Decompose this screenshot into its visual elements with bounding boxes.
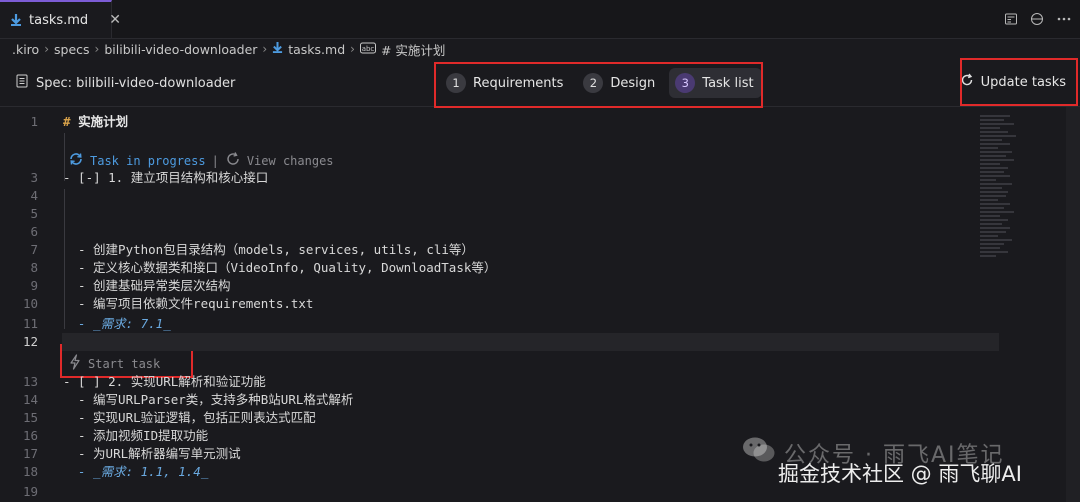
editor-actions bbox=[1004, 0, 1072, 38]
code-line: 3 - [-] 1. 建立项目结构和核心接口 bbox=[0, 169, 1000, 187]
spec-title-label: Spec: bilibili-video-downloader bbox=[36, 75, 236, 91]
more-actions-icon[interactable] bbox=[1056, 12, 1072, 26]
heading-text: # 实施计划 bbox=[63, 113, 128, 131]
markdown-file-icon bbox=[10, 13, 22, 27]
editor-tab-bar: tasks.md ✕ bbox=[0, 0, 1080, 39]
breadcrumb-item-file[interactable]: tasks.md bbox=[288, 42, 345, 57]
subtask-line: - 编写URLParser类，支持多种B站URL格式解析 bbox=[78, 392, 354, 407]
line-number: 15 bbox=[22, 410, 38, 425]
subtask-line: - 定义核心数据类和接口（VideoInfo, Quality, Downloa… bbox=[78, 260, 497, 275]
step-label: Design bbox=[610, 75, 656, 91]
breadcrumb-item-spec-folder[interactable]: bilibili-video-downloader bbox=[104, 42, 257, 57]
tab-design[interactable]: 2 Design bbox=[577, 68, 663, 98]
line-number: 19 bbox=[22, 484, 38, 499]
line-number: 17 bbox=[22, 446, 38, 461]
heading-hash: # bbox=[63, 114, 71, 129]
split-editor-icon[interactable] bbox=[1030, 12, 1044, 26]
code-line: 4 bbox=[0, 187, 1000, 205]
step-number: 1 bbox=[446, 73, 466, 93]
symbol-string-icon: abc bbox=[359, 42, 376, 57]
tab-label: tasks.md bbox=[29, 12, 89, 28]
task-codelens: Task in progress | View changes bbox=[68, 151, 334, 171]
requirement-ref: - _需求: 1.1, 1.4_ bbox=[78, 464, 209, 479]
update-tasks-label: Update tasks bbox=[980, 74, 1066, 90]
chevron-right-icon: › bbox=[350, 42, 355, 56]
document-icon bbox=[16, 74, 28, 92]
step-number: 3 bbox=[675, 73, 696, 93]
code-line: 7 - 创建Python包目录结构（models, services, util… bbox=[0, 241, 1000, 259]
task-line: - [ ] 2. 实现URL解析和验证功能 bbox=[63, 374, 266, 389]
code-line: 12 bbox=[0, 333, 1000, 351]
markdown-file-icon bbox=[272, 41, 283, 57]
code-line: 13 - [ ] 2. 实现URL解析和验证功能 bbox=[0, 373, 1000, 391]
spec-toolbar: Spec: bilibili-video-downloader 1 Requir… bbox=[0, 60, 1080, 107]
line-number: 14 bbox=[22, 392, 38, 407]
task-in-progress-link[interactable]: Task in progress bbox=[90, 153, 206, 169]
line-number: 10 bbox=[22, 296, 38, 311]
preview-icon[interactable] bbox=[1004, 12, 1018, 26]
subtask-line: - 编写项目依赖文件requirements.txt bbox=[78, 296, 314, 311]
codelens-separator: | bbox=[211, 154, 219, 168]
chevron-right-icon: › bbox=[262, 42, 268, 56]
update-tasks-button[interactable]: Update tasks bbox=[960, 73, 1066, 91]
breadcrumb-item-heading[interactable]: # 实施计划 bbox=[381, 40, 445, 59]
watermark-juejin: 掘金技术社区 @ 雨飞聊AI bbox=[778, 462, 1022, 486]
line-number: 8 bbox=[30, 260, 38, 275]
line-number: 18 bbox=[22, 464, 38, 479]
line-number: 1 bbox=[30, 114, 38, 129]
subtask-line: - 创建基础异常类层次结构 bbox=[78, 278, 231, 293]
code-line: 15 - 实现URL验证逻辑，包括正则表达式匹配 bbox=[0, 409, 1000, 427]
code-line: 5 bbox=[0, 205, 1000, 223]
subtask-line: - 为URL解析器编写单元测试 bbox=[78, 446, 241, 461]
chevron-right-icon: › bbox=[94, 42, 100, 56]
breadcrumb-item-kiro[interactable]: .kiro bbox=[12, 42, 39, 57]
line-number: 6 bbox=[30, 224, 38, 239]
line-number: 16 bbox=[22, 428, 38, 443]
view-changes-link[interactable]: View changes bbox=[247, 153, 334, 169]
spec-stepper: 1 Requirements 2 Design 3 Task list bbox=[440, 68, 762, 98]
requirement-ref: - _需求: 7.1_ bbox=[78, 316, 171, 331]
minimap[interactable] bbox=[980, 115, 1022, 265]
line-number: 3 bbox=[30, 170, 38, 185]
code-line: 14 - 编写URLParser类，支持多种B站URL格式解析 bbox=[0, 391, 1000, 409]
view-changes-icon bbox=[225, 151, 241, 171]
start-task-codelens: Start task bbox=[68, 354, 160, 374]
step-label: Requirements bbox=[473, 75, 564, 91]
chevron-right-icon: › bbox=[44, 42, 50, 56]
line-number: 13 bbox=[22, 374, 38, 389]
tab-requirements[interactable]: 1 Requirements bbox=[440, 68, 571, 98]
line-number: 5 bbox=[30, 206, 38, 221]
subtask-line: - 创建Python包目录结构（models, services, utils,… bbox=[78, 242, 474, 257]
spec-title: Spec: bilibili-video-downloader bbox=[16, 74, 235, 92]
code-line: 8 - 定义核心数据类和接口（VideoInfo, Quality, Downl… bbox=[0, 259, 1000, 277]
line-number: 11 bbox=[22, 316, 38, 331]
code-line: 1 # 实施计划 bbox=[0, 113, 1000, 131]
breadcrumb: .kiro › specs › bilibili-video-downloade… bbox=[12, 38, 445, 60]
task-line: - [-] 1. 建立项目结构和核心接口 bbox=[63, 170, 269, 185]
subtask-line: - 实现URL验证逻辑，包括正则表达式匹配 bbox=[78, 410, 316, 425]
code-line: 10 - 编写项目依赖文件requirements.txt bbox=[0, 295, 1000, 313]
breadcrumb-item-specs[interactable]: specs bbox=[54, 42, 90, 57]
svg-text:abc: abc bbox=[362, 45, 375, 53]
code-line: 11 - _需求: 7.1_ bbox=[0, 315, 1000, 333]
vertical-scrollbar[interactable] bbox=[1066, 107, 1080, 502]
tab-tasks-md[interactable]: tasks.md ✕ bbox=[0, 0, 121, 38]
refresh-icon bbox=[960, 73, 974, 91]
line-number: 9 bbox=[30, 278, 38, 293]
step-number: 2 bbox=[583, 73, 604, 93]
step-label: Task list bbox=[702, 75, 754, 91]
tab-task-list[interactable]: 3 Task list bbox=[669, 68, 762, 98]
heading-title: 实施计划 bbox=[78, 114, 129, 129]
close-icon[interactable]: ✕ bbox=[109, 12, 121, 28]
code-line: 6 bbox=[0, 223, 1000, 241]
subtask-line: - 添加视频ID提取功能 bbox=[78, 428, 209, 443]
code-line: 9 - 创建基础异常类层次结构 bbox=[0, 277, 1000, 295]
wechat-icon bbox=[742, 436, 776, 470]
start-task-link[interactable]: Start task bbox=[88, 356, 160, 372]
line-number: 7 bbox=[30, 242, 38, 257]
line-number: 4 bbox=[30, 188, 38, 203]
line-number: 12 bbox=[22, 334, 38, 349]
lightning-icon bbox=[68, 354, 82, 374]
sync-icon bbox=[68, 151, 84, 171]
